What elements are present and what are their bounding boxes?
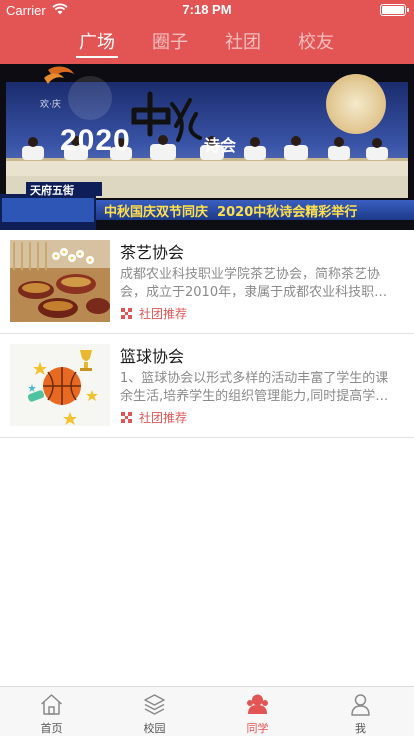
tabbar-home-label: 首页	[40, 722, 63, 735]
club-description: 1、篮球协会以形式多样的活动丰富了学生的课余生活,培养学生的组织管理能力,同时提…	[120, 371, 389, 404]
tabbar-me[interactable]: 我	[309, 687, 412, 736]
recommend-label: 社团推荐	[139, 411, 188, 425]
banner-channel-name: 天府五街	[30, 184, 74, 197]
tea-set-photo	[10, 240, 110, 322]
classmates-icon	[247, 694, 268, 714]
profile-icon	[351, 694, 370, 716]
top-tabs: 广场 圈子 社团 校友	[0, 28, 414, 62]
club-description: 成都农业科技职业学院茶艺协会，简称茶艺协会，成立于2010年，隶属于成都农业科技…	[120, 267, 388, 300]
banner-carousel[interactable]: 天府五街 欢·庆 2020 中秋 诗会 中秋国庆双节同庆 2020中秋诗会精彩举…	[0, 64, 414, 230]
tab-alumni[interactable]: 校友	[286, 28, 346, 62]
banner-ticker: 中秋国庆双节同庆 2020中秋诗会精彩举行	[104, 205, 358, 220]
home-icon	[40, 694, 63, 715]
recommend-icon	[121, 308, 132, 319]
recommend-icon	[121, 412, 132, 423]
tabbar-home[interactable]: 首页	[0, 687, 103, 736]
app-header: Carrier 7:18 PM 广场 圈子 社团 校友	[0, 0, 414, 64]
tabbar-me-label: 我	[355, 722, 366, 735]
tab-square[interactable]: 广场	[67, 28, 127, 62]
banner-small-text: 欢·庆	[40, 100, 61, 110]
layers-icon	[144, 694, 165, 715]
bottom-tab-bar: 首页 校园 同学 我	[0, 686, 414, 736]
club-item-tea[interactable]: 茶艺协会 成都农业科技职业学院茶艺协会，简称茶艺协会，成立于2010年，隶属于成…	[0, 230, 414, 334]
tabbar-classmates[interactable]: 同学	[206, 687, 309, 736]
banner-year: 2020	[60, 124, 131, 157]
status-bar: Carrier 7:18 PM	[0, 0, 414, 20]
clock: 7:18 PM	[182, 2, 232, 17]
banner-stage-text: 诗会	[204, 136, 237, 155]
tabbar-classmates-label: 同学	[246, 722, 269, 735]
banner-calligraphy: 中秋	[146, 188, 148, 189]
club-title: 茶艺协会	[120, 243, 185, 262]
tabbar-campus-label: 校园	[143, 722, 166, 735]
club-title: 篮球协会	[120, 347, 185, 366]
battery-icon	[380, 4, 409, 16]
club-list: 茶艺协会 成都农业科技职业学院茶艺协会，简称茶艺协会，成立于2010年，隶属于成…	[0, 230, 414, 438]
recommend-label: 社团推荐	[139, 307, 188, 321]
tab-clubs[interactable]: 社团	[213, 28, 273, 62]
tab-circles[interactable]: 圈子	[140, 28, 200, 62]
basketball-illustration	[10, 344, 110, 426]
club-item-basketball[interactable]: 篮球协会 1、篮球协会以形式多样的活动丰富了学生的课余生活,培养学生的组织管理能…	[0, 334, 414, 438]
tabbar-campus[interactable]: 校园	[103, 687, 206, 736]
